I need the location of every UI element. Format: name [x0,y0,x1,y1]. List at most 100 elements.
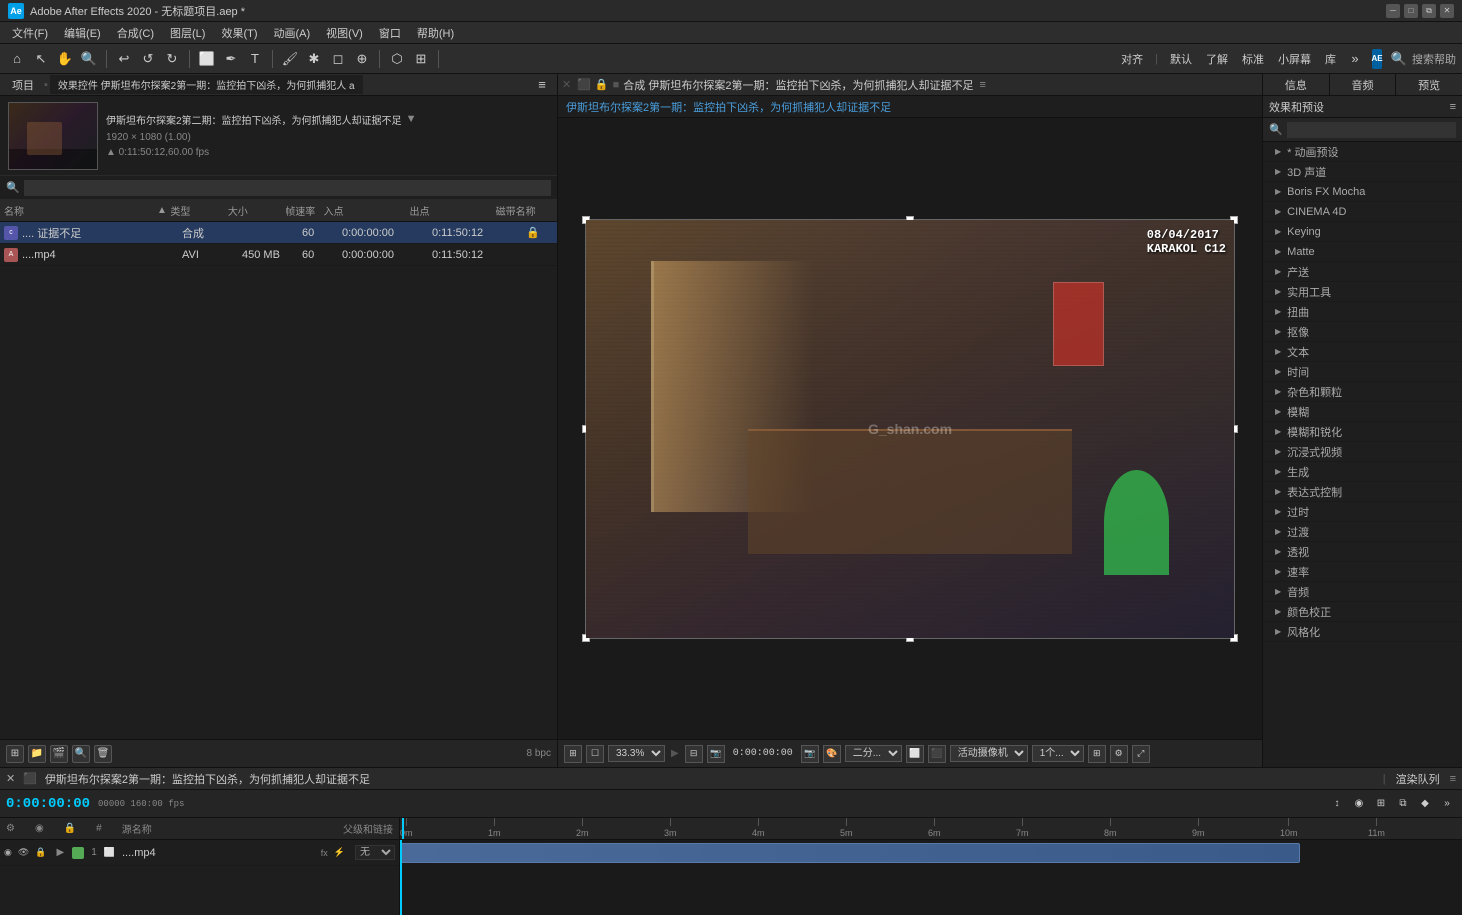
camera-tool[interactable]: ⊞ [410,48,432,70]
panel-menu-left[interactable]: ≡ [531,74,553,96]
effect-cat-3d[interactable]: 3D 声道 [1263,162,1462,182]
folder-btn[interactable]: 📁 [28,745,46,763]
rotate-tool[interactable]: ↩ [113,48,135,70]
track-clip-1[interactable] [400,843,1300,863]
preset-default[interactable]: 默认 [1164,49,1198,69]
viewer-camera-btn[interactable]: 📷 [707,745,725,763]
track-row-1[interactable]: ◉ 👁 🔒 ▶ 1 ⬜ ....mp4 fx ⚡ 无 [0,840,399,866]
hand-tool[interactable]: ✋ [54,48,76,70]
delete-btn[interactable]: 🗑 [94,745,112,763]
effect-cat-noise[interactable]: 杂色和颗粒 [1263,382,1462,402]
effect-cat-perspective[interactable]: 透视 [1263,542,1462,562]
effect-cat-anim-preset[interactable]: * 动画预设 [1263,142,1462,162]
close-button[interactable]: ✕ [1440,4,1454,18]
redo-tool[interactable]: ↻ [161,48,183,70]
effect-cat-transit[interactable]: 产送 [1263,262,1462,282]
maximize-button[interactable]: ⧉ [1422,4,1436,18]
tab-project[interactable]: 项目 [4,75,42,95]
text-tool[interactable]: T [244,48,266,70]
menu-window[interactable]: 窗口 [371,23,409,43]
minimize-button[interactable]: ─ [1386,4,1400,18]
track-vis-btn[interactable]: 👁 [18,847,29,858]
tl-solo-btn[interactable]: ◉ [1350,795,1368,813]
track-content-area[interactable] [400,840,1462,915]
effect-cat-keyer[interactable]: 抠像 [1263,322,1462,342]
playhead[interactable] [402,818,404,839]
effect-cat-transition[interactable]: 过渡 [1263,522,1462,542]
undo-tool[interactable]: ↺ [137,48,159,70]
menu-comp[interactable]: 合成(C) [109,23,162,43]
tl-mask-btn[interactable]: ⧉ [1394,795,1412,813]
viewer-full-btn[interactable]: ⬛ [928,745,946,763]
viewer-expand-btn[interactable]: ⤢ [1132,745,1150,763]
project-search-input[interactable] [24,180,551,196]
tl-comp-btn[interactable]: ⊞ [1372,795,1390,813]
tab-info[interactable]: 信息 [1263,74,1330,95]
effect-cat-blur[interactable]: 模糊和锐化 [1263,422,1462,442]
menu-view[interactable]: 视图(V) [318,23,371,43]
tab-effects-control[interactable]: 效果控件 伊斯坦布尔探案2第一期：监控拍下凶杀，为何抓捕犯人 a [50,75,363,94]
effect-cat-utility[interactable]: 实用工具 [1263,282,1462,302]
track-solo-btn[interactable]: ◉ [4,847,12,858]
comp-viewer[interactable]: G_shan.com 08/04/2017 KARAKOL C12 [558,118,1262,739]
effect-cat-time[interactable]: 时间 [1263,362,1462,382]
tl-keyframe-btn[interactable]: ◆ [1416,795,1434,813]
viewer-rect-btn[interactable]: ⬜ [906,745,924,763]
effect-cat-color[interactable]: 颜色校正 [1263,602,1462,622]
preset-standard[interactable]: 标准 [1236,49,1270,69]
mask-tool[interactable]: ⬜ [196,48,218,70]
zoom-tool[interactable]: 🔍 [78,48,100,70]
comp-tab-label[interactable]: 合成 伊斯坦布尔探案2第一期：监控拍下凶杀，为何抓捕犯人却证据不足 [623,77,973,93]
tl-layers-btn[interactable]: ↕ [1328,795,1346,813]
track-motion-btn[interactable]: ⚡ [334,847,345,858]
camera-select[interactable]: 活动摄像机 [950,745,1028,762]
effects-search-input[interactable] [1287,122,1456,138]
effects-menu-icon[interactable]: ≡ [1450,101,1456,113]
file-row-mp4[interactable]: A ....mp4 AVI 450 MB 60 0:00:00:00 0:11:… [0,244,557,266]
home-tool[interactable]: ⌂ [6,48,28,70]
menu-edit[interactable]: 编辑(E) [56,23,109,43]
menu-anim[interactable]: 动画(A) [266,23,319,43]
canvas-area[interactable]: G_shan.com 08/04/2017 KARAKOL C12 [585,219,1235,639]
shape-tool[interactable]: ⬡ [386,48,408,70]
tl-expand-btn[interactable]: » [1438,795,1456,813]
tab-audio[interactable]: 音频 [1330,74,1397,95]
render-queue-tab[interactable]: 渲染队列 [1396,771,1440,787]
search-help-btn[interactable]: 🔍 [1388,48,1410,70]
effect-cat-speed[interactable]: 速率 [1263,562,1462,582]
effect-cat-matte[interactable]: Matte [1263,242,1462,262]
effect-cat-audio[interactable]: 音频 [1263,582,1462,602]
viewer-settings-btn[interactable]: ⚙ [1110,745,1128,763]
menu-file[interactable]: 文件(F) [4,23,56,43]
effect-cat-expression[interactable]: 表达式控制 [1263,482,1462,502]
viewer-render-btn[interactable]: ⊞ [564,745,582,763]
preset-learn[interactable]: 了解 [1200,49,1234,69]
brush-tool[interactable]: 🖌 [279,48,301,70]
pen-tool[interactable]: ✒ [220,48,242,70]
clone-tool[interactable]: ✱ [303,48,325,70]
restore-button[interactable]: □ [1404,4,1418,18]
track-lock-btn[interactable]: 🔒 [35,847,46,858]
effect-cat-boris[interactable]: Boris FX Mocha [1263,182,1462,202]
find-btn[interactable]: 🔍 [72,745,90,763]
viewer-export-btn[interactable]: ⊞ [1088,745,1106,763]
expand-toolbar[interactable]: » [1344,48,1366,70]
effect-cat-cinema4d[interactable]: CINEMA 4D [1263,202,1462,222]
timeline-menu-icon[interactable]: ≡ [1450,773,1456,785]
timeline-close-icon[interactable]: ✕ [6,772,15,785]
zoom-select[interactable]: 33.3% 50% 100% [608,745,665,762]
eraser-tool[interactable]: ◻ [327,48,349,70]
track-parent-select[interactable]: 无 [355,845,395,860]
effect-cat-distort[interactable]: 扭曲 [1263,302,1462,322]
effect-cat-vr[interactable]: 沉浸式视频 [1263,442,1462,462]
count-select[interactable]: 1个... [1032,745,1084,762]
effect-cat-text[interactable]: 文本 [1263,342,1462,362]
menu-help[interactable]: 帮助(H) [409,23,462,43]
effect-cat-obsolete[interactable]: 过时 [1263,502,1462,522]
viewer-3d-btn[interactable]: ☐ [586,745,604,763]
file-row-comp[interactable]: c .... 证据不足 合成 60 0:00:00:00 0:11:50:12 … [0,222,557,244]
track-expand-arrow[interactable]: ▶ [57,847,65,858]
viewer-snapshot-btn[interactable]: 📷 [801,745,819,763]
select-tool[interactable]: ↖ [30,48,52,70]
menu-layer[interactable]: 图层(L) [162,23,213,43]
